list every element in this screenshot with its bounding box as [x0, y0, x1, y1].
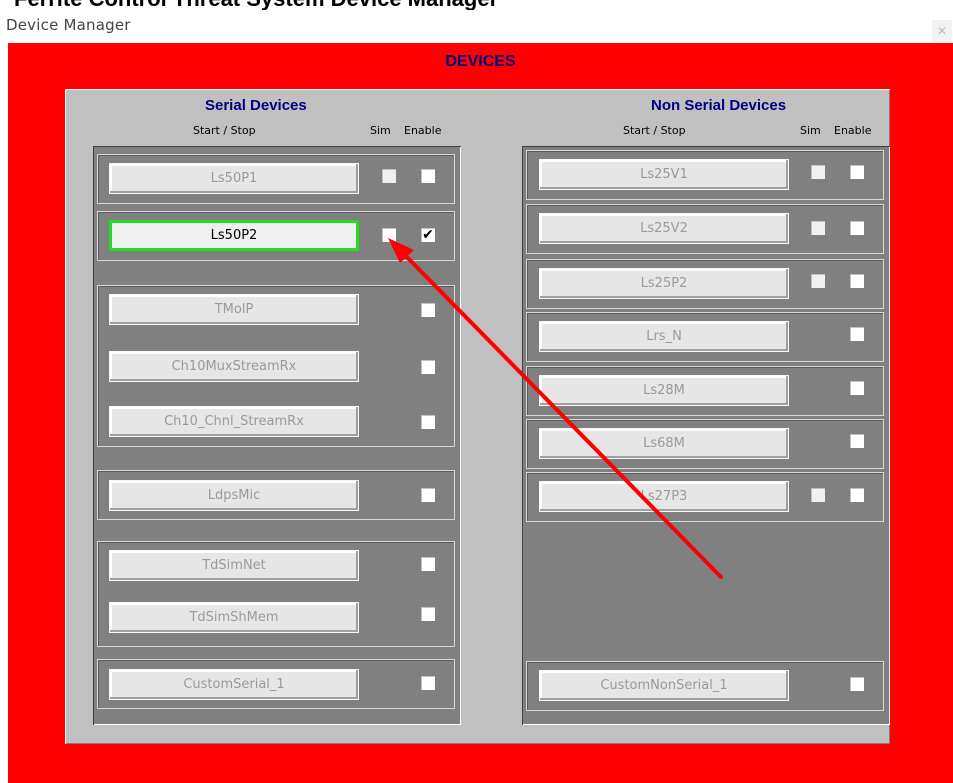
annotation-arrow-shaft — [398, 248, 723, 579]
annotation-arrow — [388, 238, 723, 579]
